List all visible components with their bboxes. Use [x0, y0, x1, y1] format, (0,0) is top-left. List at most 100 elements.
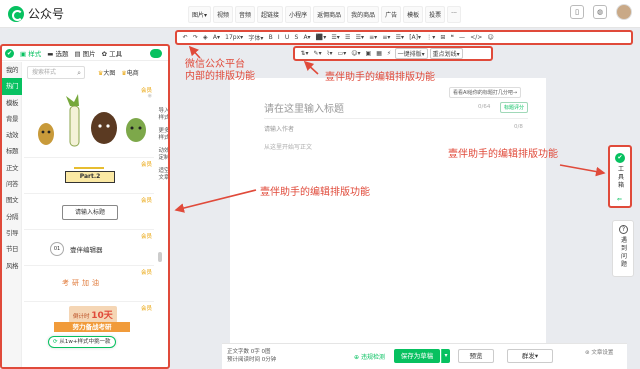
- editor-tool-button[interactable]: ❝: [448, 34, 456, 41]
- plugin-pill-button[interactable]: 重点划线▾: [429, 48, 463, 59]
- editor-tool-button[interactable]: ⋮▾: [424, 34, 438, 41]
- side-tool-item[interactable]: 动效定制: [157, 148, 168, 162]
- category-item[interactable]: 风格: [2, 258, 22, 274]
- category-item[interactable]: 我的: [2, 62, 22, 78]
- plugin-tool-button[interactable]: ✎▾: [311, 50, 324, 57]
- style-card-part2[interactable]: Part.2 会员: [24, 158, 154, 194]
- topnav-item[interactable]: 音频: [235, 6, 256, 23]
- app-logo[interactable]: 公众号: [8, 5, 64, 22]
- toolbox-button[interactable]: ✔ 工具箱 ⇐: [608, 145, 632, 208]
- editor-tool-button[interactable]: A▾: [210, 34, 222, 41]
- tab-topics[interactable]: ▬ 选题: [47, 48, 68, 58]
- editor-tool-button[interactable]: ↷: [190, 34, 200, 41]
- category-item[interactable]: 正文: [2, 160, 22, 176]
- editor-tool-button[interactable]: ☰: [342, 34, 353, 41]
- topnav-item[interactable]: 模板: [403, 6, 424, 23]
- editor-tool-button[interactable]: A▾: [301, 34, 313, 41]
- help-button[interactable]: ? 遇到问题: [612, 220, 634, 277]
- editor-tool-button[interactable]: [A]▾: [407, 34, 424, 41]
- check-circle-icon: ⊕: [354, 354, 360, 361]
- editor-tool-button[interactable]: ≡▾: [380, 34, 393, 41]
- tab-tools[interactable]: ✿ 工具: [102, 48, 123, 58]
- plugin-tool-button[interactable]: ▦: [374, 50, 385, 57]
- editor-tool-button[interactable]: </>: [468, 34, 485, 41]
- topnav-item[interactable]: 小程序: [285, 6, 312, 23]
- panel-toggle[interactable]: [150, 49, 162, 58]
- plugin-tool-button[interactable]: ▭▾: [335, 50, 349, 57]
- plugin-pill-button[interactable]: 一键排版▾: [394, 48, 428, 59]
- category-item[interactable]: 背景: [2, 111, 22, 127]
- phone-preview-icon[interactable]: ▯: [570, 5, 584, 19]
- topnav-item[interactable]: 投票: [425, 6, 446, 23]
- editor-tool-button[interactable]: 17px▾: [223, 34, 246, 41]
- panel-scrollbar[interactable]: [158, 252, 162, 262]
- topnav-item[interactable]: 图片▾: [188, 6, 212, 23]
- plugin-tool-button[interactable]: ⌇▾: [324, 50, 335, 57]
- compliance-check-button[interactable]: ⊕ 违规检测: [354, 352, 385, 361]
- category-item[interactable]: 分隔: [2, 209, 22, 225]
- plugin-tool-button[interactable]: ☺▾: [349, 50, 363, 57]
- side-tool-item[interactable]: 适空文章: [157, 168, 168, 182]
- article-settings-button[interactable]: ⊛ 文章设置: [585, 348, 613, 356]
- filter-ecommerce[interactable]: ♛电商: [121, 68, 138, 77]
- style-search-input[interactable]: 搜索样式 ⌕: [27, 66, 85, 79]
- category-item[interactable]: 热门: [2, 78, 22, 95]
- editor-tool-button[interactable]: B: [266, 34, 275, 41]
- save-options-dropdown[interactable]: ▾: [441, 349, 450, 363]
- category-item[interactable]: 标题: [2, 143, 22, 159]
- editor-tool-button[interactable]: ⊞: [438, 34, 448, 41]
- author-input[interactable]: 请输入作者: [264, 124, 294, 133]
- body-editor[interactable]: 从这里开始写正文: [264, 142, 312, 151]
- preview-button[interactable]: 预览: [458, 349, 494, 363]
- plugin-tool-button[interactable]: ⇅▾: [298, 50, 311, 57]
- side-tool-item[interactable]: 导入样式: [157, 108, 168, 122]
- filter-large-image[interactable]: ♛大图: [98, 68, 115, 77]
- category-item[interactable]: 模板: [2, 95, 22, 111]
- style-suggestion-pill[interactable]: ⟳ 从1w+样式中挑一款: [48, 336, 116, 348]
- category-item[interactable]: 图文: [2, 192, 22, 208]
- editor-tool-button[interactable]: S: [292, 34, 301, 41]
- category-item[interactable]: 问答: [2, 176, 22, 192]
- tab-styles[interactable]: ▣ 样式: [20, 48, 41, 58]
- search-icon[interactable]: ⌕: [77, 68, 81, 79]
- editor-tool-button[interactable]: 字体▾: [246, 33, 266, 42]
- ai-title-score-button[interactable]: 看看AI给你的标题打几分吧→: [449, 87, 522, 98]
- author-count: 0/8: [514, 124, 523, 130]
- category-item[interactable]: 动效: [2, 127, 22, 143]
- avatar[interactable]: [616, 4, 632, 20]
- tab-images[interactable]: ▤ 图片: [74, 48, 95, 58]
- editor-tool-button[interactable]: ⬛▾: [313, 34, 329, 41]
- topnav-item[interactable]: 我的商品: [347, 6, 380, 23]
- topnav-item[interactable]: 返佣商品: [313, 6, 346, 23]
- editor-tool-button[interactable]: I: [275, 34, 282, 41]
- editor-tool-button[interactable]: ≡▾: [367, 34, 380, 41]
- category-item[interactable]: 引导: [2, 225, 22, 241]
- editor-tool-button[interactable]: ↶: [180, 34, 190, 41]
- style-card-kaoyan[interactable]: 考研加油 会员: [24, 266, 154, 302]
- title-input[interactable]: 请在这里输入标题: [264, 100, 344, 115]
- editor-tool-button[interactable]: ☰▾: [329, 34, 343, 41]
- topnav-item[interactable]: 广告: [381, 6, 402, 23]
- style-card-yiban[interactable]: 01 壹伴编辑器 会员: [24, 230, 154, 266]
- editor-tool-button[interactable]: ☰▾: [353, 34, 367, 41]
- editor-tool-button[interactable]: U: [282, 34, 292, 41]
- plugin-tool-button[interactable]: ⚡: [384, 50, 393, 57]
- editor-tool-button[interactable]: ☰▾: [393, 34, 407, 41]
- editor-tool-button[interactable]: ◈: [200, 34, 210, 41]
- title-score-button[interactable]: 标题评分: [500, 102, 529, 113]
- app-name: 公众号: [28, 7, 65, 21]
- topnav-item[interactable]: 超链接: [257, 6, 284, 23]
- editor-tool-button[interactable]: —: [456, 34, 467, 41]
- topnav-item[interactable]: ···: [447, 6, 461, 23]
- style-card-input-title[interactable]: 请输入标题 会员: [24, 194, 154, 230]
- side-tool-item[interactable]: 更多样式: [157, 128, 168, 142]
- editor-tool-button[interactable]: ☺: [485, 34, 496, 41]
- category-item[interactable]: 节日: [2, 241, 22, 257]
- preview-eye-icon[interactable]: ◉: [148, 93, 152, 99]
- shield-icon[interactable]: ◍: [593, 5, 607, 19]
- save-draft-button[interactable]: 保存为草稿: [394, 349, 440, 363]
- plugin-tool-button[interactable]: ▣: [363, 50, 374, 57]
- style-card-characters[interactable]: 会员 ◉: [24, 84, 154, 158]
- publish-button[interactable]: 群发▾: [507, 349, 553, 363]
- topnav-item[interactable]: 视频: [213, 6, 234, 23]
